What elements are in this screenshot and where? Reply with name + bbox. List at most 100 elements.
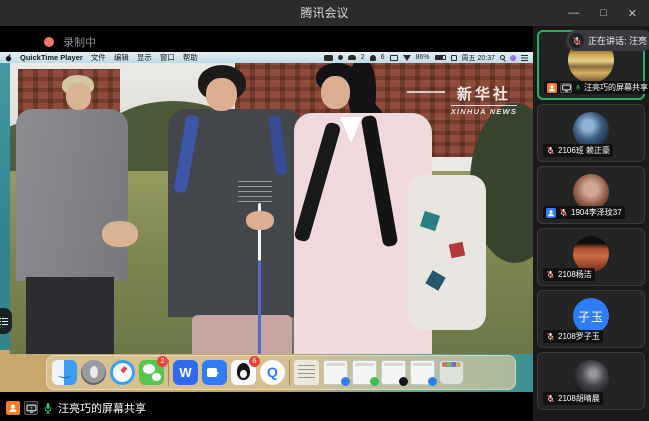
share-banner-label: 汪亮巧的屏幕共享 (58, 400, 146, 416)
stop-record-icon[interactable] (451, 55, 457, 61)
avatar (573, 112, 609, 148)
window-title: 腾讯会议 (0, 0, 649, 26)
dock-divider (168, 360, 169, 386)
center-woman-hand (246, 211, 274, 230)
input-source-icon[interactable] (324, 55, 333, 61)
watermark-subtitle: XINHUA NEWS (451, 107, 517, 116)
drawer-list-icon[interactable] (0, 308, 12, 334)
status-dot-icon[interactable] (338, 55, 343, 60)
safari-icon[interactable] (110, 360, 135, 385)
qq-badge: 6 (249, 356, 260, 367)
minimized-window-icon[interactable] (323, 360, 348, 385)
close-button[interactable]: ✕ (628, 7, 637, 20)
quicktime-icon[interactable]: Q (260, 360, 285, 385)
mic-muted-icon (569, 33, 584, 48)
mic-muted-icon (559, 208, 568, 217)
speaking-toast: 正在讲话: 汪亮 (566, 30, 649, 51)
avatar (573, 360, 609, 396)
man-face (66, 83, 91, 110)
host-person-icon (6, 401, 20, 415)
mic-muted-icon (546, 332, 555, 341)
screen-share-icon (560, 83, 572, 93)
spotlight-search-icon[interactable] (500, 55, 505, 60)
menu-window[interactable]: 窗口 (160, 52, 175, 63)
maximize-button[interactable]: □ (600, 7, 607, 19)
mic-muted-icon (546, 394, 555, 403)
mic-muted-icon (546, 270, 555, 279)
cloud-icon[interactable] (348, 55, 356, 60)
participant-name: 2108杨洁 (558, 269, 592, 280)
speaking-toast-label: 正在讲话: 汪亮 (588, 34, 647, 47)
mic-muted-icon (546, 146, 555, 155)
center-woman-jacket-print (238, 181, 272, 203)
participant-tile[interactable]: 子玉 2108罗子玉 (537, 290, 645, 348)
minimized-window-icon[interactable] (410, 360, 435, 385)
status-count-a: 2 (361, 54, 365, 61)
menu-app-name[interactable]: QuickTime Player (20, 53, 83, 62)
mic-on-icon (575, 83, 581, 92)
macos-menu-bar: QuickTime Player 文件 编辑 显示 窗口 帮助 2 6 (0, 52, 533, 63)
xinhua-watermark: 新华社 XINHUA NEWS (451, 83, 517, 116)
document-icon[interactable] (294, 360, 319, 385)
recording-dot-icon (44, 37, 54, 47)
apple-menu-icon[interactable] (5, 54, 12, 62)
wps-office-icon[interactable]: W (173, 360, 198, 385)
battery-icon (435, 55, 446, 60)
display-icon[interactable] (390, 55, 398, 61)
participant-tile[interactable]: 1904李泽玟37 (537, 166, 645, 224)
shared-macos-desktop: QuickTime Player 文件 编辑 显示 窗口 帮助 2 6 (0, 52, 533, 392)
participant-label: 汪亮巧的屏幕共享 (544, 81, 649, 94)
dock-divider (289, 360, 290, 386)
status-count-b: 6 (381, 54, 385, 61)
avatar (573, 174, 609, 210)
qq-icon[interactable]: 6 (231, 360, 256, 385)
recording-label: 录制中 (63, 34, 96, 50)
quicktime-video: 新华社 XINHUA NEWS (10, 63, 533, 354)
person-badge-icon (546, 208, 556, 218)
minimize-button[interactable]: — (568, 7, 579, 19)
center-woman-face (206, 78, 237, 111)
bell-icon[interactable] (370, 55, 376, 61)
center-woman-skirt (192, 315, 292, 354)
participant-name: 2108胡晴晨 (558, 393, 600, 404)
participant-tile[interactable]: 2108杨洁 (537, 228, 645, 286)
shared-screen-view: 录制中 QuickTime Player 文件 编辑 显示 窗口 帮助 (0, 26, 533, 421)
right-woman-face (321, 76, 350, 109)
participants-sidebar: 正在讲话: 汪亮 汪亮巧的屏幕共享 (533, 26, 649, 421)
participant-name: 2106班 赖正豪 (558, 145, 610, 156)
avatar (573, 236, 609, 272)
launchpad-icon[interactable] (81, 360, 106, 385)
backpack-patch (449, 242, 466, 259)
menu-datetime[interactable]: 周五 20:37 (462, 53, 495, 63)
menu-view[interactable]: 显示 (137, 52, 152, 63)
man-hands (102, 221, 138, 247)
participant-tile[interactable]: 2106班 赖正豪 (537, 104, 645, 162)
finder-icon[interactable] (52, 360, 77, 385)
macos-dock: 2 W 6 Q (46, 355, 516, 390)
man-pants (26, 277, 114, 354)
wechat-icon[interactable]: 2 (139, 360, 164, 385)
minimized-window-icon[interactable] (381, 360, 406, 385)
wifi-icon[interactable] (403, 55, 411, 61)
minimized-window-icon[interactable] (352, 360, 377, 385)
participant-label: 2108罗子玉 (543, 330, 603, 343)
menu-file[interactable]: 文件 (91, 52, 106, 63)
participant-name: 2108罗子玉 (558, 331, 600, 342)
menu-help[interactable]: 帮助 (183, 52, 198, 63)
control-center-icon[interactable] (521, 55, 528, 61)
right-woman-backpack (408, 175, 486, 330)
participant-label: 2108杨洁 (543, 268, 595, 281)
watermark-title: 新华社 (451, 83, 517, 106)
tencent-meeting-icon[interactable] (202, 360, 227, 385)
participant-label: 2106班 赖正豪 (543, 144, 613, 157)
recording-indicator: 录制中 (44, 34, 96, 50)
share-banner: 汪亮巧的屏幕共享 (6, 400, 146, 416)
participant-tile[interactable]: 2108胡晴晨 (537, 352, 645, 410)
siri-icon[interactable] (510, 55, 516, 61)
battery-percent: 86% (416, 54, 430, 61)
menu-edit[interactable]: 编辑 (114, 52, 129, 63)
participant-label: 1904李泽玟37 (543, 206, 625, 219)
man-body (16, 109, 128, 281)
trash-icon[interactable] (439, 360, 464, 385)
screen-share-icon (24, 401, 38, 415)
